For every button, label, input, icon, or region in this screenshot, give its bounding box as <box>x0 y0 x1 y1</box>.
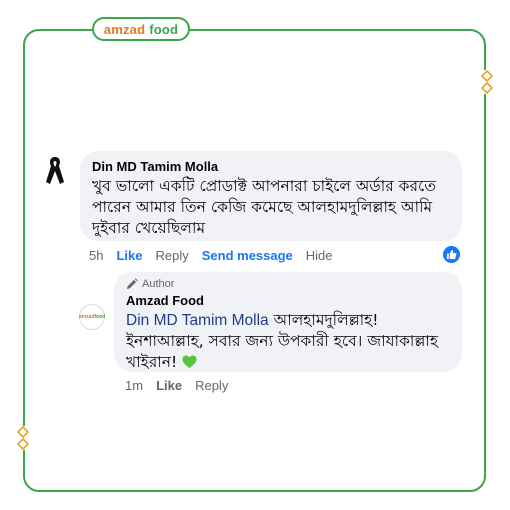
page-avatar[interactable]: amzad food <box>79 304 105 330</box>
reply-actions: 1m Like Reply <box>125 378 241 393</box>
green-heart-icon <box>182 355 197 369</box>
avatar-logo-part1: amzad <box>78 314 95 320</box>
author-badge-label: Author <box>142 278 175 290</box>
brand-logo: amzad food <box>92 17 190 41</box>
reply-text: Din MD Tamim Molla আলহামদুলিল্লাহ! ইনশাআ… <box>126 310 450 373</box>
diamond-chain-icon <box>480 70 494 94</box>
author-badge: Author <box>126 278 450 290</box>
like-reaction-icon[interactable] <box>443 246 460 263</box>
comment-time[interactable]: 5h <box>89 248 103 263</box>
hide-button[interactable]: Hide <box>306 248 333 263</box>
pencil-icon <box>127 278 138 289</box>
reply-like-button[interactable]: Like <box>156 378 182 393</box>
comment-author[interactable]: Din MD Tamim Molla <box>92 159 450 174</box>
reply-mention[interactable]: Din MD Tamim Molla <box>126 312 269 329</box>
thumbs-up-icon <box>446 249 457 260</box>
comment-text: খুব ভালো একটি প্রোডাক্ট আপনারা চাইলে অর্… <box>92 177 436 237</box>
comment-actions: 5h Like Reply Send message Hide <box>89 248 346 263</box>
reply-button[interactable]: Reply <box>155 248 188 263</box>
diamond-chain-icon <box>16 426 30 450</box>
reply-reply-button[interactable]: Reply <box>195 378 228 393</box>
reply-author[interactable]: Amzad Food <box>126 293 450 308</box>
reply-time[interactable]: 1m <box>125 378 143 393</box>
send-message-button[interactable]: Send message <box>202 248 293 263</box>
like-button[interactable]: Like <box>116 248 142 263</box>
comment-bubble: Din MD Tamim Molla খুব ভালো একটি প্রোডাক… <box>80 151 462 241</box>
avatar-logo-part2: food <box>94 314 106 320</box>
brand-logo-part2: food <box>149 21 179 37</box>
reply-bubble: Author Amzad Food Din MD Tamim Molla আলহ… <box>114 272 462 372</box>
brand-logo-part1: amzad <box>103 21 146 37</box>
mourning-ribbon-avatar[interactable] <box>40 154 70 188</box>
